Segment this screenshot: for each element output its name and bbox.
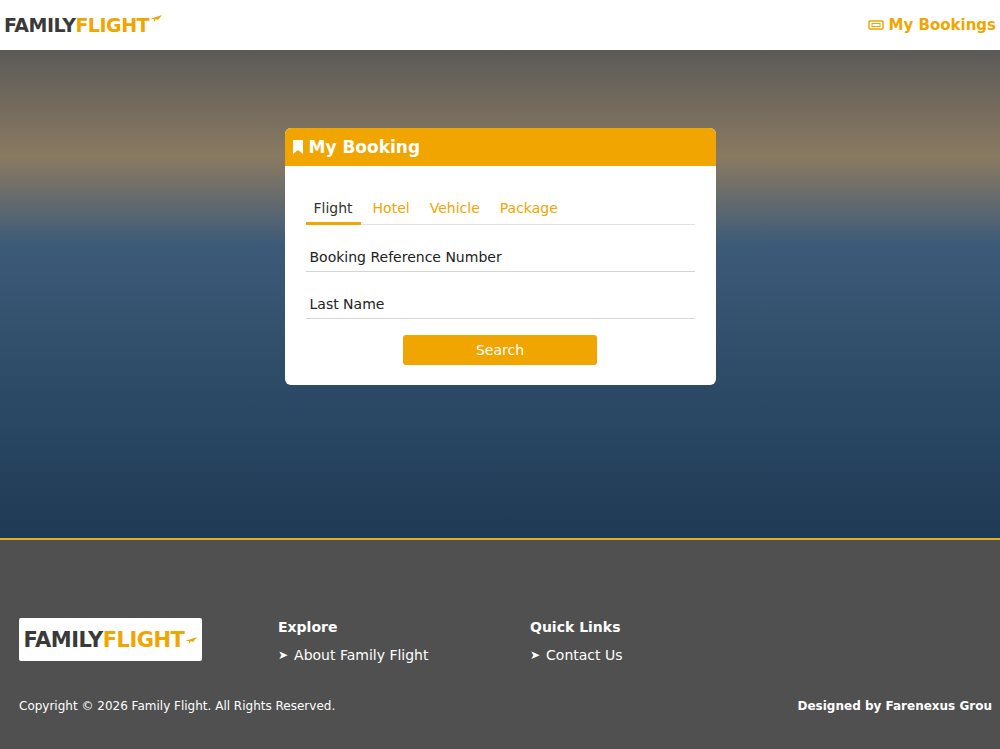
top-bar: FAMILYFLIGHT My Bookings [0,0,1000,50]
card-header: My Booking [285,128,716,166]
logo-text-dark: FAMILY [4,14,75,36]
footer-link[interactable]: ➤ Contact Us [530,647,992,663]
plane-icon [150,14,162,22]
ticket-icon [868,19,884,31]
logo[interactable]: FAMILYFLIGHT [4,14,162,36]
booking-card: My Booking FlightHotelVehiclePackage Searc… [285,128,716,385]
copyright: Copyright © 2026 Family Flight. All Righ… [19,699,335,713]
text-field[interactable] [306,239,695,272]
footer-bottom: Copyright © 2026 Family Flight. All Righ… [19,699,992,713]
arrow-icon: ➤ [278,648,288,662]
logo-text-dark: FAMILY [24,628,103,652]
plane-icon [185,636,197,644]
my-bookings-label: My Bookings [889,16,996,34]
card-title: My Booking [309,137,421,157]
footer-column: Quick Links ➤ Contact Us [530,618,992,663]
footer-link[interactable]: ➤ About Family Flight [278,647,530,663]
footer: FAMILYFLIGHTExplore➤About Family FlightQ… [0,538,1000,749]
page: FAMILYFLIGHTMy BookingsMy BookingFlightH… [0,0,1000,749]
tab[interactable]: Package [492,194,566,225]
footer-heading: Quick Links [530,619,992,635]
tab[interactable]: Flight [306,194,361,225]
footer-column: Explore ➤ About Family Flight [278,618,530,663]
footer-link-label: About Family Flight [294,647,428,663]
tab-bar: FlightHotelVehiclePackage [306,194,695,225]
card-body: FlightHotelVehiclePackage Search [285,166,716,385]
bookmark-icon [293,140,303,154]
footer-logo[interactable]: FAMILYFLIGHT [19,618,202,661]
search-button[interactable]: Search [403,335,597,365]
button-row: Search [306,335,695,365]
tab[interactable]: Hotel [365,194,418,225]
designed-by[interactable]: Designed by Farenexus Grou [798,699,992,713]
footer-link-label: Contact Us [546,647,622,663]
hero-banner: My Booking FlightHotelVehiclePackage Searc… [0,50,1000,538]
logo-text-accent: FLIGHT [75,14,149,36]
arrow-icon: ➤ [530,648,540,662]
text-field[interactable] [306,286,695,319]
logo-text-accent: FLIGHT [103,628,185,652]
tab[interactable]: Vehicle [422,194,488,225]
my-bookings-link[interactable]: My Bookings [868,16,996,34]
footer-heading: Explore [278,619,530,635]
footer-columns: FAMILYFLIGHTExplore➤About Family FlightQ… [19,618,992,663]
